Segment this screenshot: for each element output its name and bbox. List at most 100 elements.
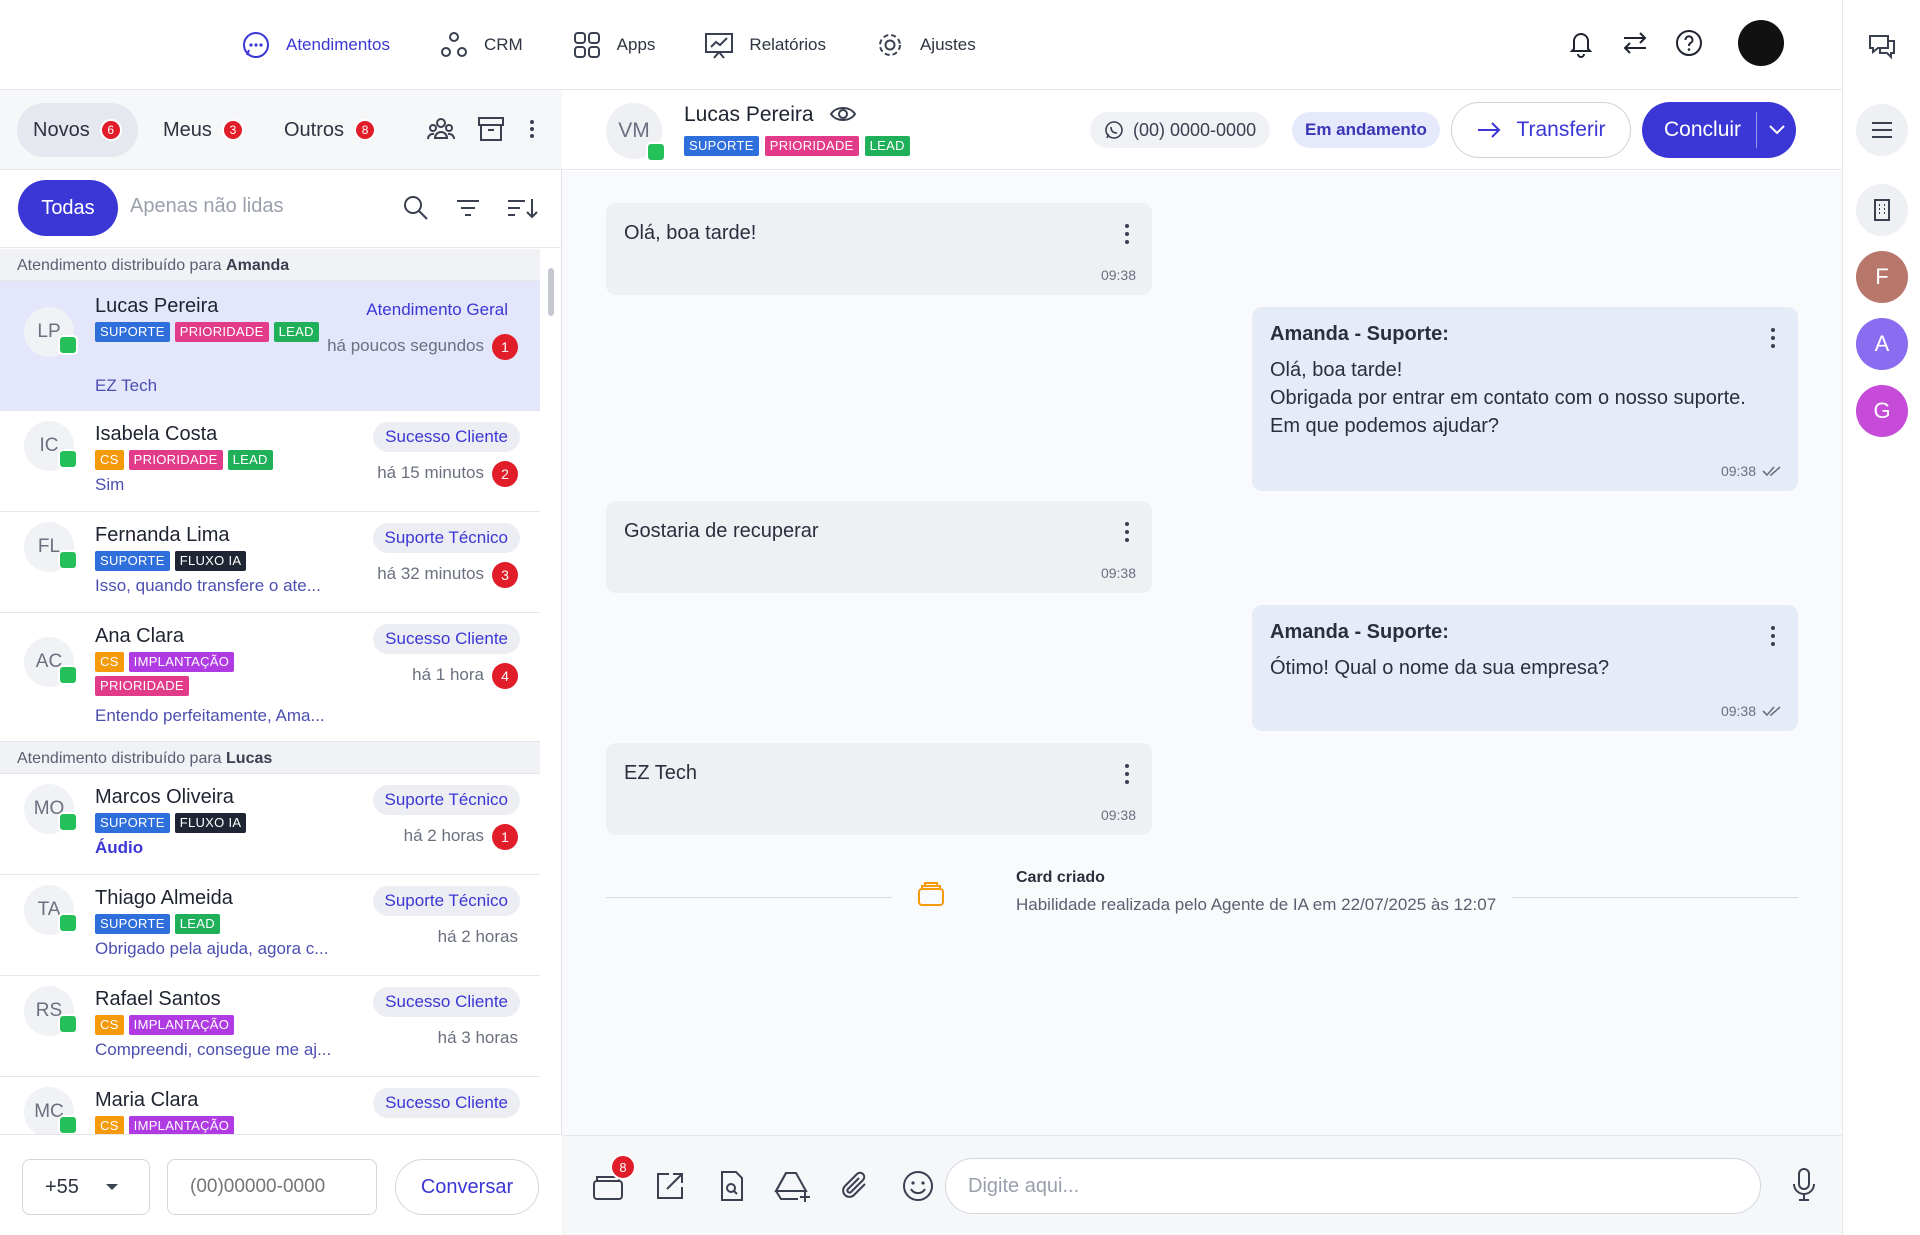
incoming-message: EZ Tech 09:38 xyxy=(606,743,1152,835)
drive-add-icon[interactable] xyxy=(774,1166,814,1206)
hamburger-menu-icon[interactable] xyxy=(1856,104,1908,156)
help-icon[interactable] xyxy=(1672,26,1706,60)
card-stack-icon xyxy=(916,879,946,909)
open-external-icon[interactable] xyxy=(650,1166,690,1206)
message-menu-icon[interactable] xyxy=(1124,763,1130,785)
timestamp: há 32 minutos xyxy=(377,564,484,583)
swap-arrows-icon[interactable] xyxy=(1618,26,1652,60)
message-menu-icon[interactable] xyxy=(1770,625,1776,647)
message-menu-icon[interactable] xyxy=(1124,223,1130,245)
message-preview: Isso, quando transfere o ate... xyxy=(95,576,321,595)
divider xyxy=(1512,897,1798,898)
list-item[interactable]: TA Thiago Almeida SUPORTE LEAD Obrigado … xyxy=(0,875,540,976)
tag: LEAD xyxy=(174,914,220,934)
filter-lines-icon[interactable] xyxy=(453,193,483,223)
tag: CS xyxy=(95,1116,124,1134)
tag-list: CS IMPLANTAÇÃO xyxy=(95,1116,325,1134)
bell-icon[interactable] xyxy=(1564,26,1598,60)
list-item[interactable]: RS Rafael Santos CS IMPLANTAÇÃO Compreen… xyxy=(0,976,540,1077)
transfer-button[interactable]: Transferir xyxy=(1451,102,1631,158)
agent-avatar-g[interactable]: G xyxy=(1856,385,1908,437)
avatar-initials: VM xyxy=(618,119,650,142)
tab-outros[interactable]: Outros 8 xyxy=(268,103,392,157)
paperclip-icon[interactable] xyxy=(836,1166,876,1206)
emoji-icon[interactable] xyxy=(898,1166,938,1206)
message-composer: 8 Digite aqui... xyxy=(562,1135,1842,1235)
nav-apps[interactable]: Apps xyxy=(571,29,655,61)
nav-label: Ajustes xyxy=(919,35,976,54)
nav-atendimentos[interactable]: Atendimentos xyxy=(240,29,390,61)
more-vertical-icon[interactable] xyxy=(526,114,538,144)
list-item[interactable]: MO Marcos Oliveira SUPORTE FLUXO IA Áudi… xyxy=(0,774,540,875)
section-header: Atendimento distribuído para Lucas xyxy=(0,742,540,774)
conversation-list-panel: Novos 6 Meus 3 Outros 8 Todas Apenas não… xyxy=(0,90,562,1235)
whatsapp-icon xyxy=(58,812,78,832)
tab-meus[interactable]: Meus 3 xyxy=(147,103,260,157)
eye-icon[interactable] xyxy=(829,103,857,125)
scrollbar-thumb[interactable] xyxy=(548,268,554,316)
message-time: 09:38 xyxy=(1100,267,1136,283)
building-icon[interactable] xyxy=(1856,184,1908,236)
user-avatar[interactable] xyxy=(1738,20,1784,66)
message-meta: 09:38 xyxy=(1721,703,1782,719)
document-search-icon[interactable] xyxy=(712,1166,752,1206)
message-menu-icon[interactable] xyxy=(1124,521,1130,543)
tag-list: CS IMPLANTAÇÃO xyxy=(95,1015,325,1035)
start-conversation-button[interactable]: Conversar xyxy=(395,1159,539,1215)
search-icon[interactable] xyxy=(401,193,431,223)
chevron-down-icon[interactable] xyxy=(1757,124,1796,136)
contact-name: Marcos Oliveira xyxy=(95,786,234,808)
timestamp: há 2 horas xyxy=(403,826,484,845)
contact-tags: SUPORTE PRIORIDADE LEAD xyxy=(684,136,910,156)
filter-all-button[interactable]: Todas xyxy=(18,180,118,236)
agent-avatar-a[interactable]: A xyxy=(1856,318,1908,370)
phone-pill: (00) 0000-0000 xyxy=(1090,112,1271,148)
apps-grid-icon xyxy=(571,29,603,61)
incoming-message: Gostaria de recuperar 09:38 xyxy=(606,501,1152,593)
list-item[interactable]: MC Maria Clara CS IMPLANTAÇÃO Sucesso Cl… xyxy=(0,1077,540,1134)
avatar-initials: IC xyxy=(39,435,59,456)
unread-count-badge: 1 xyxy=(492,824,518,850)
phone-input[interactable] xyxy=(167,1159,377,1215)
top-navigation-bar: Atendimentos CRM Apps Relatórios Ajustes xyxy=(0,0,1842,90)
nav-label: CRM xyxy=(483,35,523,54)
arrow-right-icon xyxy=(1476,120,1502,140)
message-meta: 09:38 xyxy=(1101,267,1136,283)
archive-box-icon[interactable] xyxy=(476,114,506,144)
list-item[interactable]: LP Lucas Pereira SUPORTE PRIORIDADE LEAD… xyxy=(0,281,540,411)
nav-relatorios[interactable]: Relatórios xyxy=(703,29,826,61)
tab-novos[interactable]: Novos 6 xyxy=(17,103,138,157)
nav-ajustes[interactable]: Ajustes xyxy=(874,29,976,61)
filter-unread-toggle[interactable]: Apenas não lidas xyxy=(130,195,283,218)
agent-avatar-f[interactable]: F xyxy=(1856,251,1908,303)
message-preview: Obrigado pela ajuda, agora c... xyxy=(95,939,329,958)
message-line: Em que podemos ajudar? xyxy=(1270,415,1500,437)
list-item[interactable]: IC Isabela Costa CS PRIORIDADE LEAD Sim … xyxy=(0,411,540,512)
sort-icon[interactable] xyxy=(505,193,539,223)
list-tools xyxy=(426,114,538,144)
department-badge: Suporte Técnico xyxy=(372,523,520,553)
tag: PRIORIDADE xyxy=(95,676,189,696)
whatsapp-icon xyxy=(58,913,78,933)
message-menu-icon[interactable] xyxy=(1770,327,1776,349)
department-badge: Suporte Técnico xyxy=(372,785,520,815)
country-code-select[interactable]: +55 xyxy=(22,1159,150,1215)
chat-bubbles-icon[interactable] xyxy=(1856,20,1908,72)
contact-name: Lucas Pereira xyxy=(684,103,814,126)
microphone-icon[interactable] xyxy=(1790,1166,1818,1204)
unread-count-badge: 4 xyxy=(492,663,518,689)
timestamp: há poucos segundos xyxy=(327,336,484,355)
section-header: Atendimento distribuído para Amanda xyxy=(0,249,540,281)
outgoing-message: Amanda - Suporte: Olá, boa tarde! Obriga… xyxy=(1252,307,1798,491)
group-people-icon[interactable] xyxy=(426,114,456,144)
list-item[interactable]: FL Fernanda Lima SUPORTE FLUXO IA Isso, … xyxy=(0,512,540,613)
list-item[interactable]: AC Ana Clara CS IMPLANTAÇÃO PRIORIDADE E… xyxy=(0,613,540,742)
conclude-button[interactable]: Concluir xyxy=(1642,102,1796,158)
message-time: 09:38 xyxy=(1100,565,1136,581)
tag: CS xyxy=(95,1015,124,1035)
nav-crm[interactable]: CRM xyxy=(438,29,523,61)
message-input[interactable]: Digite aqui... xyxy=(945,1158,1761,1214)
tag: LEAD xyxy=(864,136,910,156)
cards-icon[interactable]: 8 xyxy=(588,1154,636,1206)
whatsapp-icon xyxy=(58,335,78,355)
